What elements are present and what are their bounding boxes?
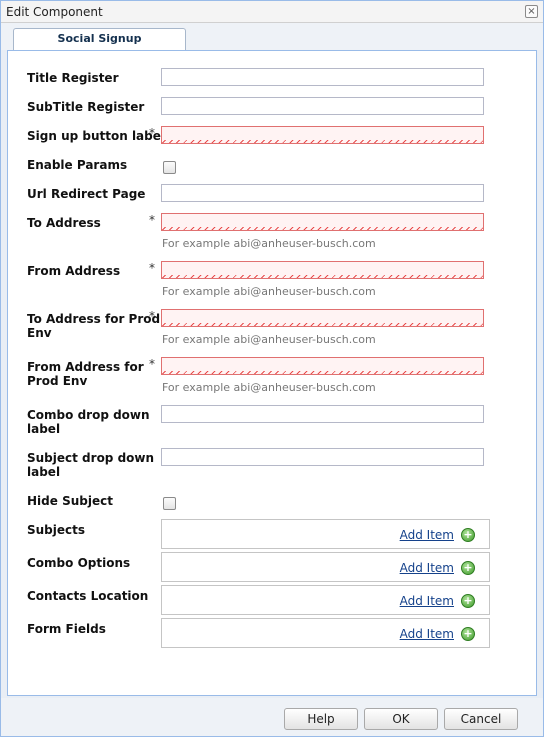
from-address-prod-label-line1: From Address for	[27, 360, 144, 374]
signup-button-label-input[interactable]	[161, 126, 484, 144]
tab-strip: Social Signup Configuration	[1, 23, 543, 65]
enable-params-checkbox[interactable]	[163, 161, 176, 174]
to-address-hint: For example abi@anheuser-busch.com	[162, 237, 376, 250]
required-asterisk: *	[149, 126, 155, 140]
combo-options-multifield: Add Item +	[161, 552, 490, 582]
edit-component-dialog: Edit Component × Social Signup Configura…	[0, 0, 544, 737]
dialog-title: Edit Component	[6, 5, 103, 19]
plus-circle-icon[interactable]: +	[461, 594, 475, 608]
to-address-prod-input[interactable]	[161, 309, 484, 327]
subjects-add-item-link[interactable]: Add Item	[400, 528, 454, 542]
combo-dropdown-label-input[interactable]	[161, 405, 484, 423]
contacts-location-label: Contacts Location	[27, 589, 149, 603]
ok-button[interactable]: OK	[364, 708, 438, 730]
subtitle-register-input[interactable]	[161, 97, 484, 115]
from-address-hint: For example abi@anheuser-busch.com	[162, 285, 376, 298]
to-address-prod-hint: For example abi@anheuser-busch.com	[162, 333, 376, 346]
to-address-prod-label-line2: Env	[27, 326, 52, 340]
from-address-prod-input[interactable]	[161, 357, 484, 375]
hide-subject-checkbox[interactable]	[163, 497, 176, 510]
required-asterisk: *	[149, 357, 155, 371]
form-fields-add-item-link[interactable]: Add Item	[400, 627, 454, 641]
contacts-location-multifield: Add Item +	[161, 585, 490, 615]
hide-subject-label: Hide Subject	[27, 494, 113, 508]
form-panel: Title Register SubTitle Register Sign up…	[7, 50, 537, 696]
from-address-label: From Address	[27, 264, 121, 278]
url-redirect-page-input[interactable]	[161, 184, 484, 202]
to-address-input[interactable]	[161, 213, 484, 231]
form-fields-multifield: Add Item +	[161, 618, 490, 648]
subject-dropdown-label-line2: label	[27, 465, 61, 479]
plus-circle-icon[interactable]: +	[461, 627, 475, 641]
dialog-footer: Help OK Cancel	[1, 698, 543, 736]
subject-dropdown-label-line1: Subject drop down	[27, 451, 155, 465]
dialog-titlebar[interactable]: Edit Component ×	[1, 1, 543, 23]
signup-button-label-label: Sign up button labe	[27, 129, 161, 143]
help-button[interactable]: Help	[284, 708, 358, 730]
required-asterisk: *	[149, 309, 155, 323]
contacts-location-add-item-link[interactable]: Add Item	[400, 594, 454, 608]
combo-dropdown-label-line1: Combo drop down	[27, 408, 150, 422]
title-register-input[interactable]	[161, 68, 484, 86]
combo-options-add-item-link[interactable]: Add Item	[400, 561, 454, 575]
plus-circle-icon[interactable]: +	[461, 561, 475, 575]
required-asterisk: *	[149, 213, 155, 227]
form-fields-label: Form Fields	[27, 622, 106, 636]
plus-circle-icon[interactable]: +	[461, 528, 475, 542]
required-asterisk: *	[149, 261, 155, 275]
combo-options-label: Combo Options	[27, 556, 131, 570]
subject-dropdown-label-input[interactable]	[161, 448, 484, 466]
from-address-prod-label-line2: Prod Env	[27, 374, 88, 388]
close-icon[interactable]: ×	[525, 5, 538, 18]
to-address-prod-label-line1: To Address for Prod	[27, 312, 161, 326]
combo-dropdown-label-line2: label	[27, 422, 61, 436]
cancel-button[interactable]: Cancel	[444, 708, 518, 730]
enable-params-label: Enable Params	[27, 158, 128, 172]
tab-social-signup-configuration[interactable]: Social Signup Configuration	[13, 28, 186, 65]
from-address-input[interactable]	[161, 261, 484, 279]
to-address-label: To Address	[27, 216, 101, 230]
url-redirect-page-label: Url Redirect Page	[27, 187, 146, 201]
title-register-label: Title Register	[27, 71, 119, 85]
subjects-label: Subjects	[27, 523, 86, 537]
subtitle-register-label: SubTitle Register	[27, 100, 145, 114]
subjects-multifield: Add Item +	[161, 519, 490, 549]
from-address-prod-hint: For example abi@anheuser-busch.com	[162, 381, 376, 394]
